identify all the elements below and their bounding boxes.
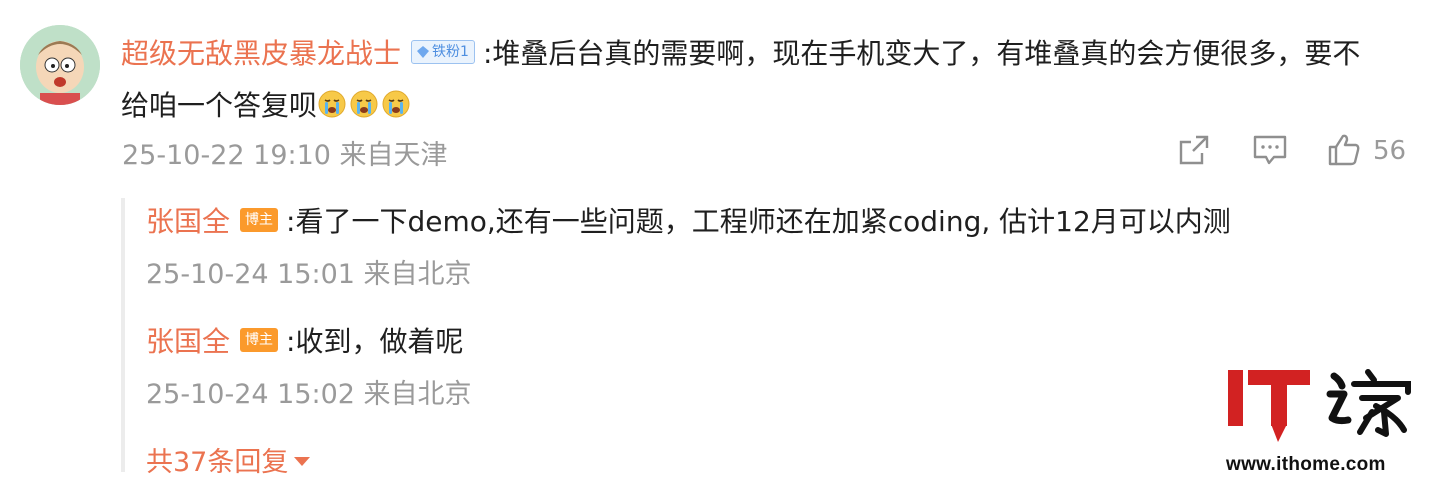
reply-nickname[interactable]: 张国全 <box>146 325 230 358</box>
diamond-icon <box>417 46 430 58</box>
reply-location: 来自北京 <box>363 259 472 290</box>
reply-location: 来自北京 <box>363 379 472 410</box>
like-count: 56 <box>1373 136 1407 166</box>
crying-face-icon <box>350 90 378 118</box>
comment-nickname[interactable]: 超级无敌黑皮暴龙战士 <box>121 37 401 70</box>
fan-badge-label: 铁粉1 <box>432 44 469 60</box>
reply-timestamp: 25-10-24 15:01 <box>146 259 355 290</box>
more-replies-link[interactable]: 共37条回复 <box>146 440 311 479</box>
ithome-watermark: www.ithome.com <box>1226 366 1416 476</box>
reply-thread-divider <box>121 198 125 472</box>
share-icon[interactable] <box>1176 132 1212 168</box>
comment-colon: : <box>482 37 493 70</box>
crying-face-icon <box>382 90 410 118</box>
reply-meta: 25-10-24 15:02 来自北京 <box>146 372 472 411</box>
reply-text: 收到，做着呢 <box>295 325 464 358</box>
fan-badge[interactable]: 铁粉1 <box>411 40 475 64</box>
host-badge: 博主 <box>240 208 279 232</box>
host-badge: 博主 <box>240 328 279 352</box>
reply-nickname[interactable]: 张国全 <box>146 205 230 238</box>
more-replies-label: 共37条回复 <box>146 447 289 478</box>
reply-item: 张国全 博主:看了一下demo,还有一些问题，工程师还在加紧coding, 估计1… <box>146 200 1231 240</box>
avatar-image <box>20 25 100 105</box>
reply-text: 看了一下demo,还有一些问题，工程师还在加紧coding, 估计12月可以内测 <box>295 205 1231 238</box>
comment-body: 超级无敌黑皮暴龙战士 铁粉1:堆叠后台真的需要啊，现在手机变大了，有堆叠真的会方便… <box>121 28 1361 132</box>
comment-timestamp: 25-10-22 19:10 <box>122 140 331 171</box>
watermark-url: www.ithome.com <box>1226 454 1386 475</box>
reply-item: 张国全 博主:收到，做着呢 <box>146 320 463 360</box>
crying-face-icon <box>318 90 346 118</box>
comment-location: 来自天津 <box>339 140 448 171</box>
ithome-logo <box>1228 369 1411 442</box>
comment-meta: 25-10-22 19:10 来自天津 <box>122 133 448 172</box>
reply-meta: 25-10-24 15:01 来自北京 <box>146 252 472 291</box>
caret-down-icon <box>294 457 311 466</box>
reply-timestamp: 25-10-24 15:02 <box>146 379 355 410</box>
like-icon[interactable] <box>1326 132 1362 168</box>
avatar[interactable] <box>20 25 100 105</box>
comment-icon[interactable] <box>1252 132 1288 168</box>
